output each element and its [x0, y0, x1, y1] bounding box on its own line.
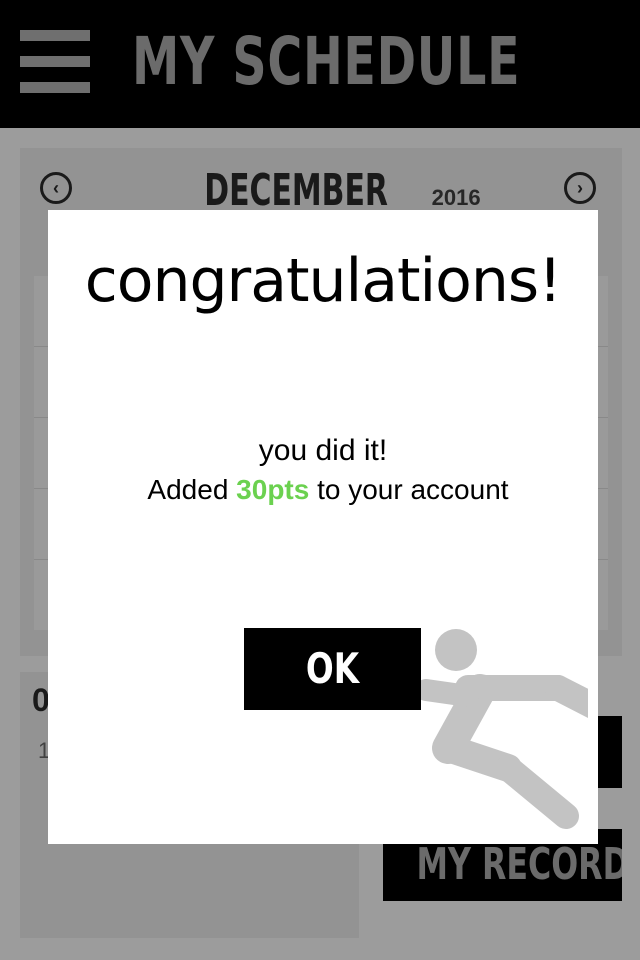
- ok-button-label: OK: [305, 644, 360, 693]
- ok-button[interactable]: OK: [244, 628, 421, 710]
- points-prefix: Added: [147, 474, 237, 505]
- dialog-message: you did it!: [258, 434, 388, 467]
- dialog-points-message: Added 30pts to your account: [48, 474, 598, 506]
- points-value: 30pts: [236, 474, 310, 505]
- points-suffix: to your account: [309, 474, 509, 505]
- congratulations-dialog: congratulations! you did it! Added 30pts…: [48, 210, 598, 844]
- dialog-title: congratulations!: [84, 246, 562, 316]
- running-person-icon: [415, 629, 588, 829]
